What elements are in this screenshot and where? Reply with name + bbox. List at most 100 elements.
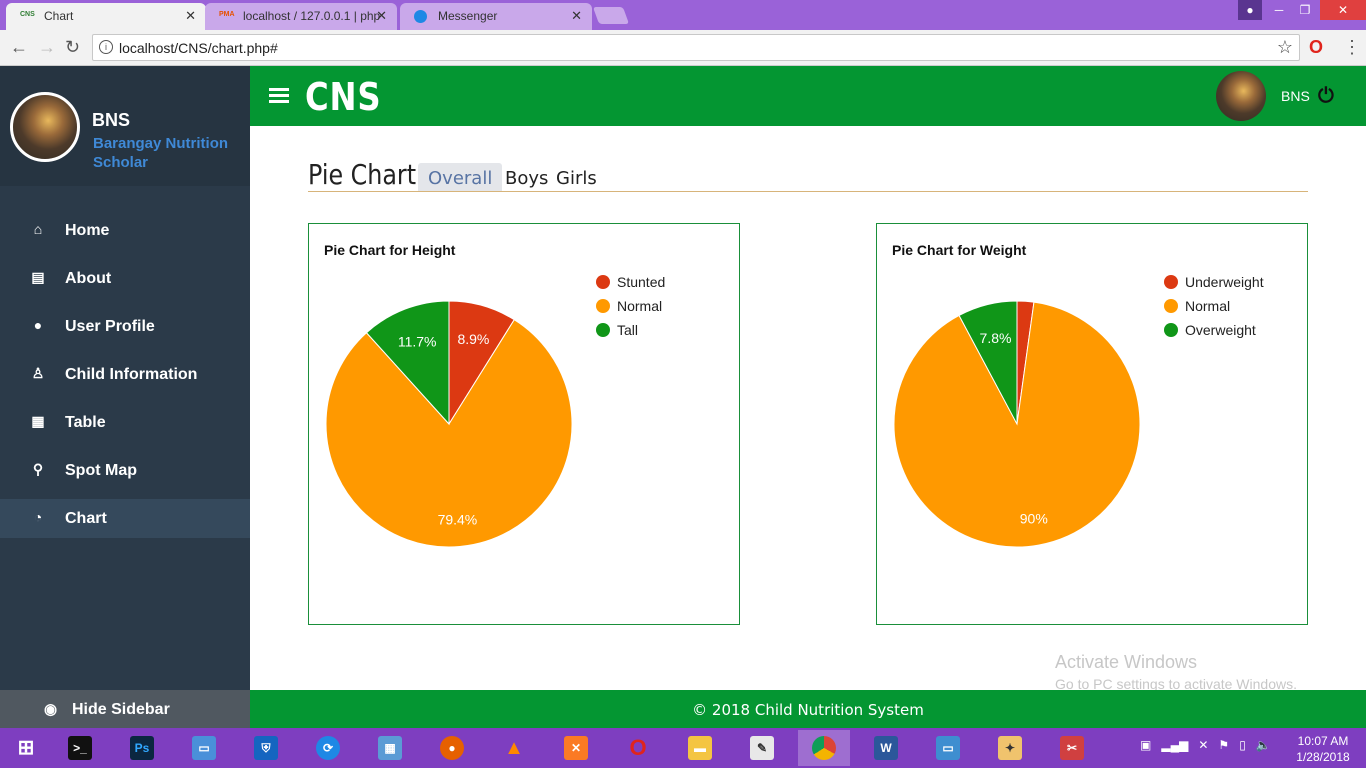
hide-sidebar-button[interactable]: ◉ Hide Sidebar: [0, 690, 250, 728]
battery-icon[interactable]: ▯: [1239, 738, 1246, 752]
taskbar-control-panel[interactable]: ▦: [364, 730, 416, 766]
reload-icon[interactable]: ↻: [65, 37, 80, 58]
vlc-icon: ▲: [504, 737, 524, 759]
map-marker-icon: ⚲: [32, 461, 44, 477]
close-tab-icon[interactable]: ✕: [571, 8, 582, 24]
browser-tab-messenger[interactable]: Messenger ✕: [400, 3, 592, 30]
network-icon[interactable]: ▂▄▆: [1161, 738, 1188, 752]
url-text: localhost/CNS/chart.php#: [119, 40, 278, 56]
legend-label: Normal: [617, 298, 663, 314]
sidebar-item-label: Chart: [65, 510, 107, 527]
firefox-icon: ●: [440, 736, 464, 760]
sidebar-item-user-profile[interactable]: ● User Profile: [0, 307, 250, 346]
forward-icon[interactable]: →: [38, 37, 56, 58]
taskbar-explorer[interactable]: ▬: [674, 730, 726, 766]
phpmyadmin-favicon-icon: PMA: [219, 11, 235, 18]
back-icon[interactable]: ←: [10, 37, 28, 58]
taskbar-defender[interactable]: ⛨: [240, 730, 292, 766]
legend-swatch: [1164, 275, 1178, 289]
menu-dots-icon[interactable]: ⋮: [1343, 37, 1361, 58]
sidebar-item-label: User Profile: [65, 318, 155, 335]
window-close-icon[interactable]: ✕: [1320, 0, 1366, 20]
maximize-icon[interactable]: ❐: [1290, 0, 1320, 20]
start-button[interactable]: ⊞: [0, 730, 52, 766]
taskbar-clock[interactable]: 10:07 AM 1/28/2018: [1286, 733, 1360, 765]
legend-swatch: [1164, 299, 1178, 313]
tab-title: Chart: [44, 9, 74, 23]
legend-label: Tall: [617, 322, 639, 338]
height-pie-svg: 8.9% 79.4% 11.7%: [325, 300, 573, 548]
taskbar-paint[interactable]: ✦: [984, 730, 1036, 766]
taskbar-photoshop[interactable]: Ps: [116, 730, 168, 766]
volume-icon[interactable]: 🔈: [1256, 738, 1271, 752]
bookmark-star-icon[interactable]: ☆: [1277, 37, 1293, 58]
eye-slash-icon: ◉: [44, 701, 58, 718]
browser-tab-bar: CNS Chart ✕ PMA localhost / 127.0.0.1 | …: [0, 0, 1366, 30]
browser-tab-phpmyadmin[interactable]: PMA localhost / 127.0.0.1 | php ✕: [205, 3, 397, 30]
power-logout-icon[interactable]: ⏻: [1318, 85, 1334, 108]
taskbar-word[interactable]: W: [860, 730, 912, 766]
tab-title: localhost / 127.0.0.1 | php: [243, 9, 381, 23]
address-bar: ← → ↻ i localhost/CNS/chart.php# ☆ O ⋮: [0, 30, 1366, 66]
pie-data-label: 79.4%: [438, 512, 478, 528]
header-avatar[interactable]: [1216, 71, 1266, 121]
taskbar-chrome[interactable]: [798, 730, 850, 766]
sidebar-item-about[interactable]: ▤ About: [0, 259, 250, 298]
taskbar-cmd[interactable]: >_: [54, 730, 106, 766]
legend-swatch: [596, 275, 610, 289]
info-icon[interactable]: i: [99, 40, 113, 54]
sidebar: BNS Barangay Nutrition Scholar ⌂ Home ▤ Abo…: [0, 66, 250, 728]
taskbar-vlc[interactable]: ▲: [488, 730, 540, 766]
paint-icon: ✦: [998, 736, 1022, 760]
taskbar-opera[interactable]: O: [612, 730, 664, 766]
sidebar-item-child-information[interactable]: ♙ Child Information: [0, 355, 250, 394]
system-tray[interactable]: ▣ ▂▄▆ ✕ ⚑ ▯ 🔈: [1140, 738, 1271, 752]
notepad-icon: ✎: [750, 736, 774, 760]
tab-girls[interactable]: Girls: [546, 163, 607, 192]
taskbar-app[interactable]: ⟳: [302, 730, 354, 766]
title-divider: [308, 191, 1308, 192]
new-tab-button[interactable]: [592, 7, 630, 24]
xampp-tray-icon[interactable]: ✕: [1198, 738, 1208, 752]
taskbar-photos[interactable]: ▭: [922, 730, 974, 766]
taskbar-firefox[interactable]: ●: [426, 730, 478, 766]
url-input[interactable]: i localhost/CNS/chart.php# ☆: [92, 34, 1300, 61]
clock-date: 1/28/2018: [1296, 750, 1350, 764]
hamburger-menu-icon[interactable]: [269, 88, 289, 104]
security-icon[interactable]: ⚑: [1218, 738, 1229, 752]
sidebar-item-table[interactable]: ▦ Table: [0, 403, 250, 442]
close-tab-icon[interactable]: ✕: [185, 8, 196, 24]
legend-label: Underweight: [1185, 274, 1264, 290]
word-icon: W: [874, 736, 898, 760]
messenger-icon: [414, 10, 427, 23]
browser-tab-chart[interactable]: CNS Chart ✕: [6, 3, 206, 30]
sidebar-item-spot-map[interactable]: ⚲ Spot Map: [0, 451, 250, 490]
legend-swatch: [596, 323, 610, 337]
sidebar-item-label: Home: [65, 222, 110, 239]
profile-icon[interactable]: ●: [1238, 0, 1262, 20]
acrobat-icon[interactable]: ▣: [1140, 738, 1151, 752]
sidebar-profile: BNS Barangay Nutrition Scholar: [0, 66, 250, 186]
cmd-icon: >_: [68, 736, 92, 760]
header-username[interactable]: BNS: [1281, 88, 1310, 104]
child-icon: ♙: [31, 365, 45, 381]
sidebar-item-home[interactable]: ⌂ Home: [0, 211, 250, 250]
profile-role: Barangay Nutrition Scholar: [93, 135, 229, 171]
close-tab-icon[interactable]: ✕: [376, 8, 387, 24]
clock-time: 10:07 AM: [1297, 734, 1349, 748]
sidebar-item-label: About: [65, 270, 112, 287]
taskbar-notepad[interactable]: ✎: [736, 730, 788, 766]
legend-label: Stunted: [617, 274, 666, 290]
sidebar-item-chart[interactable]: ◔ Chart: [0, 499, 250, 538]
taskbar-snipping[interactable]: ✂: [1046, 730, 1098, 766]
tab-overall[interactable]: Overall: [418, 163, 503, 192]
taskbar-xampp[interactable]: ✕: [550, 730, 602, 766]
chart-title: Pie Chart for Height: [324, 242, 456, 258]
opera-icon[interactable]: O: [1309, 37, 1323, 58]
opera-icon: O: [629, 735, 647, 760]
photos-icon: ▭: [936, 736, 960, 760]
windows-taskbar: ⊞ >_ Ps ▭ ⛨ ⟳ ▦ ● ▲ ✕ O ▬ ✎ W ▭ ✦ ✂ ▣ ▂▄…: [0, 728, 1366, 768]
taskbar-computer[interactable]: ▭: [178, 730, 230, 766]
chart-title: Pie Chart for Weight: [892, 242, 1027, 258]
brand-title: CNS: [305, 75, 382, 119]
